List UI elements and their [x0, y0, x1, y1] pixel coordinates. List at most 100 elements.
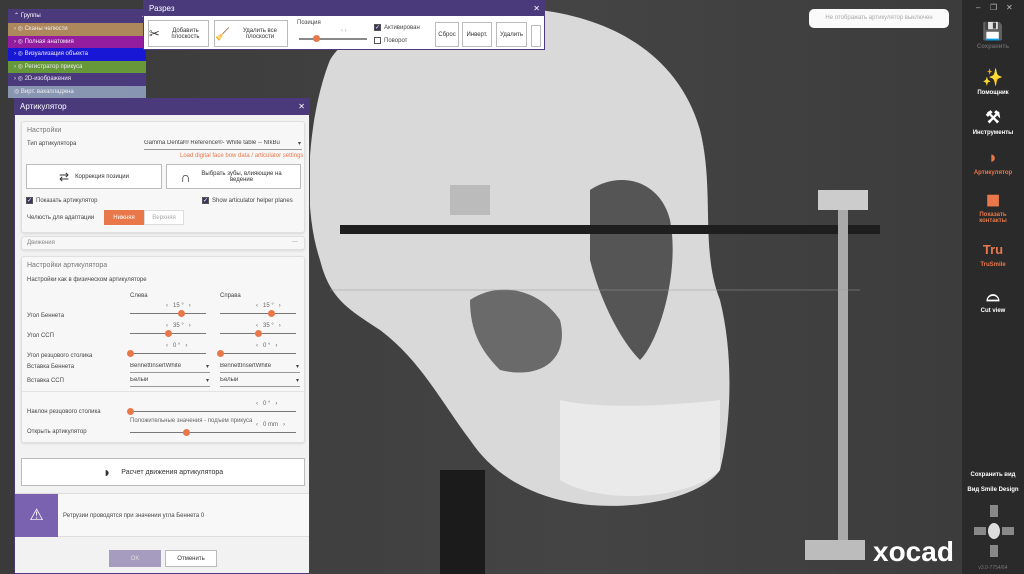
eye-icon[interactable]: › ◎ [14, 39, 25, 45]
minimize-icon[interactable]: – [976, 3, 980, 12]
helper-button[interactable]: ✨ Помощник [962, 68, 1024, 96]
save-view-button[interactable]: Сохранить вид [962, 472, 1024, 478]
group-row[interactable]: › ◎ Визуализация объекта [8, 48, 146, 61]
incisal-right-value[interactable]: ‹ 0 ° › [256, 343, 277, 349]
group-row[interactable]: › ◎ Регистратор прикуса [8, 60, 146, 73]
bennett-left-value[interactable]: ‹ 15 ° › [166, 303, 191, 309]
position-arrows[interactable]: ‹ › [341, 28, 347, 34]
group-row[interactable]: › ◎ 2D-изображения [8, 73, 146, 86]
settings-section: Настройки Тип артикулятора Gamma Dental®… [21, 121, 305, 233]
calc-motion-button[interactable]: ◗ Расчет движения артикулятора [21, 458, 305, 486]
articulator-button[interactable]: ◗ Артикулятор [962, 148, 1024, 176]
trusmile-button[interactable]: Tru TruSmile [962, 240, 1024, 268]
close-icon[interactable]: ✕ [298, 99, 305, 114]
remove-all-planes-button[interactable]: 🧹 Удалить все плоскости [214, 20, 288, 47]
select-teeth-button[interactable]: ∩ Выбрать зубы, влияющие на ведение [166, 164, 301, 189]
eye-icon[interactable]: › ◎ [14, 64, 25, 70]
ok-button[interactable]: OK [109, 550, 161, 567]
ssp-left-value[interactable]: ‹ 35 ° › [166, 323, 191, 329]
view-bottom-arrow[interactable] [990, 545, 998, 557]
bennett-left-thumb[interactable] [177, 310, 185, 317]
positive-hint: Положительные значения - подъем прикуса [130, 418, 253, 424]
ssp-insert-left-select[interactable]: Белый [130, 377, 210, 387]
cut-view-button[interactable]: ⌓ Cut view [962, 286, 1024, 314]
group-label: Визуализация объекта [24, 51, 88, 57]
bennett-right-value[interactable]: ‹ 15 ° › [256, 303, 281, 309]
tilt-value[interactable]: ‹ 0 ° › [256, 401, 277, 407]
maximize-icon[interactable]: ❐ [990, 3, 997, 12]
view-left-arrow[interactable] [974, 527, 986, 535]
ssp-insert-right-select[interactable]: Белый [220, 377, 300, 387]
face-icon[interactable] [988, 523, 1000, 539]
rotate-checkbox[interactable]: Поворот [374, 37, 407, 44]
eye-icon[interactable]: › ◎ [14, 76, 25, 82]
tilt-slider[interactable] [127, 408, 296, 415]
bennett-insert-left-select[interactable]: BennettInsertWhite [130, 363, 210, 373]
bennett-right-thumb[interactable] [267, 310, 275, 317]
show-contacts-button[interactable]: ◼ Показать контакты [962, 190, 1024, 224]
reset-button[interactable]: Сброс [435, 22, 459, 47]
tilt-thumb[interactable] [127, 408, 134, 415]
view-top-arrow[interactable] [990, 505, 998, 517]
helper-label: Помощник [977, 90, 1009, 96]
tools-icon: ⚒ [985, 108, 1001, 127]
extra-button[interactable] [531, 25, 541, 47]
delete-button[interactable]: Удалить [496, 22, 527, 47]
ssp-right-thumb[interactable] [255, 330, 262, 337]
section-panel: Разрез ✕ ✂ Добавить плоскость 🧹 Удалить все… [143, 0, 545, 50]
bennett-right-slider[interactable] [220, 310, 296, 317]
incisal-left-value[interactable]: ‹ 0 ° › [166, 343, 187, 349]
ssp-right-value[interactable]: ‹ 35 ° › [256, 323, 281, 329]
bennett-left-slider[interactable] [130, 310, 206, 317]
ssp-right-slider[interactable] [220, 330, 296, 337]
jaw-lower-toggle[interactable]: Нижняя [104, 210, 144, 225]
articulator-settings-section: Настройки артикулятора Настройки как в ф… [21, 256, 306, 443]
cancel-button[interactable]: Отменить [165, 550, 217, 567]
show-planes-checkbox[interactable]: ✓ Show articulator helper planes [202, 197, 293, 204]
articulator-label: Артикулятор [973, 170, 1013, 176]
show-articulator-checkbox[interactable]: ✓ Показать артикулятор [26, 197, 97, 204]
group-row[interactable]: ◎ Вирт. вакапладжна [8, 85, 146, 98]
group-label: Сканы челюсти [24, 26, 68, 32]
articulator-type-select[interactable]: Gamma Dental® Reference®- White table --… [144, 140, 302, 150]
open-thumb[interactable] [183, 429, 191, 436]
view-navigator[interactable] [974, 505, 1014, 559]
group-row[interactable]: › ◎ Сканы челюсти [8, 23, 146, 36]
save-button[interactable]: 💾 Сохранить [962, 22, 1024, 50]
trusmile-icon: Tru [982, 242, 1004, 257]
jaw-upper-toggle[interactable]: Верхняя [144, 210, 184, 225]
add-plane-button[interactable]: ✂ Добавить плоскость [148, 20, 209, 47]
left-column-header: Слева [130, 293, 148, 299]
eye-icon[interactable]: › ◎ [14, 51, 25, 57]
close-icon[interactable]: ✕ [533, 1, 540, 16]
open-value[interactable]: ‹ 0 mm › [256, 422, 285, 428]
incisal-right-slider[interactable] [217, 350, 296, 357]
position-label: Позиция [297, 20, 321, 26]
position-correction-button[interactable]: ⇄ Коррекция позиции [26, 164, 162, 189]
contacts-icon: ◼ [985, 190, 1001, 209]
calc-label: Расчет движения артикулятора [121, 468, 224, 476]
load-facebow-link[interactable]: Load digital face bow data / articulator… [180, 153, 303, 159]
view-right-arrow[interactable] [1002, 527, 1014, 535]
activated-checkbox[interactable]: ✓ Активирован [374, 24, 420, 31]
position-thumb[interactable] [313, 35, 320, 42]
incisal-left-slider[interactable] [127, 350, 206, 357]
groups-header[interactable]: ⌃ Группы? [8, 9, 146, 23]
incisal-right-thumb[interactable] [217, 350, 224, 357]
eye-icon[interactable]: ◎ [14, 89, 21, 95]
incisal-left-thumb[interactable] [127, 350, 134, 357]
smile-design-view-button[interactable]: Вид Smile Design [962, 487, 1024, 493]
group-row[interactable]: › ◎ Полная анатомия [8, 35, 146, 48]
open-slider[interactable] [130, 429, 296, 436]
invert-button[interactable]: Инверт. [462, 22, 492, 47]
position-slider[interactable] [299, 35, 367, 42]
close-window-icon[interactable]: ✕ [1006, 3, 1013, 12]
ssp-left-thumb[interactable] [165, 330, 172, 337]
eye-icon[interactable]: › ◎ [14, 26, 25, 32]
ssp-insert-label: Вставка ССП [27, 378, 64, 384]
bennett-insert-right-select[interactable]: BennettInsertWhite [220, 363, 300, 373]
movements-section[interactable]: Движения — [21, 236, 305, 250]
tools-button[interactable]: ⚒ Инструменты [962, 108, 1024, 136]
ssp-left-slider[interactable] [130, 330, 206, 337]
collapse-icon[interactable]: — [292, 239, 298, 245]
